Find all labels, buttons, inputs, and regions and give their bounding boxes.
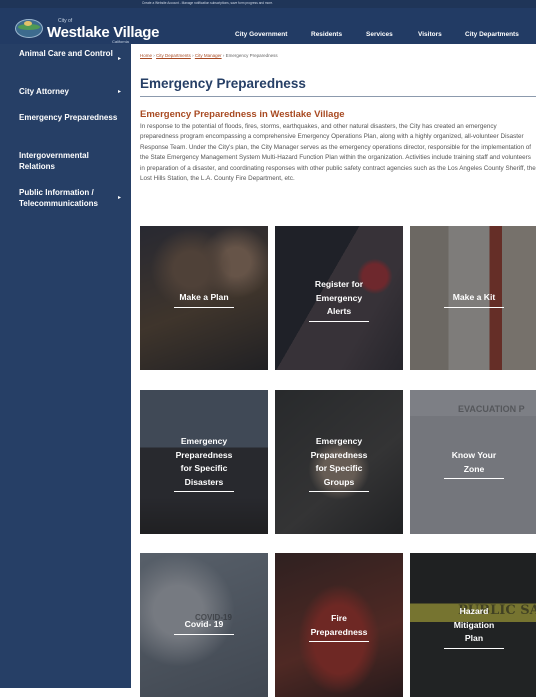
tile-label-line[interactable]: Disasters: [140, 476, 268, 490]
tile-label-line[interactable]: Alerts: [275, 305, 403, 319]
sidebar-item-intergovernmental[interactable]: Intergovernmental Relations: [19, 150, 119, 172]
tile-underline: [174, 633, 234, 635]
nav-visitors[interactable]: Visitors: [418, 31, 442, 38]
tile-evacuation-map[interactable]: EVACUATION PKnow YourZone: [410, 390, 536, 534]
sidebar: Animal Care and Control ▸ City Attorney …: [0, 44, 131, 688]
breadcrumb: Home › City Departments › City Manager ›…: [140, 53, 278, 58]
breadcrumb-home[interactable]: Home: [140, 53, 152, 58]
tile-label-line[interactable]: Zone: [410, 463, 536, 477]
tile-underline: [174, 306, 234, 308]
account-notice[interactable]: Create a Website Account - Manage notifi…: [142, 1, 273, 5]
sidebar-item-city-attorney[interactable]: City Attorney: [19, 86, 119, 97]
chevron-right-icon[interactable]: ▸: [118, 194, 121, 201]
breadcrumb-city-departments[interactable]: City Departments: [156, 53, 191, 58]
tile-label-line[interactable]: Plan: [410, 632, 536, 646]
tile-label-line[interactable]: Preparedness: [275, 449, 403, 463]
tile-label-line[interactable]: Emergency: [275, 435, 403, 449]
tile-family-planning[interactable]: Make a Plan: [140, 226, 268, 370]
tile-underline: [174, 491, 234, 492]
nav-residents[interactable]: Residents: [311, 31, 342, 38]
tile-underline: [444, 306, 504, 308]
title-divider: [140, 96, 536, 97]
nav-city-departments[interactable]: City Departments: [465, 31, 519, 38]
logo-city-name[interactable]: Westlake Village: [47, 24, 160, 41]
tile-label-line[interactable]: Emergency: [140, 435, 268, 449]
breadcrumb-city-manager[interactable]: City Manager: [195, 53, 222, 58]
tile-label-line[interactable]: Fire: [275, 612, 403, 626]
city-seal-icon[interactable]: [15, 19, 43, 38]
tile-label-line[interactable]: for Specific: [140, 462, 268, 476]
tile-underline: [309, 641, 369, 642]
tile-emergency-kit[interactable]: Make a Kit: [410, 226, 536, 370]
nav-city-government[interactable]: City Government: [235, 31, 287, 38]
tile-label-line[interactable]: Covid- 19: [140, 618, 268, 632]
tile-label-line[interactable]: Mitigation: [410, 619, 536, 633]
tile-label-line[interactable]: for Specific: [275, 462, 403, 476]
tile-label-line[interactable]: Preparedness: [275, 626, 403, 640]
breadcrumb-current: Emergency Preparedness: [225, 53, 278, 58]
tile-label-line[interactable]: Make a Kit: [410, 291, 536, 305]
sidebar-item-emergency-preparedness[interactable]: Emergency Preparedness: [19, 112, 119, 123]
tile-underline: [309, 320, 369, 322]
breadcrumb-separator: ›: [153, 53, 155, 58]
tile-helping-hands[interactable]: Emergency Preparedness for Specific Groups: [275, 390, 403, 534]
tile-underline: [444, 478, 504, 479]
tile-label-line[interactable]: Register for: [275, 278, 403, 292]
tile-burned-house[interactable]: Emergency Preparedness for Specific Disaste…: [140, 390, 268, 534]
breadcrumb-separator: ›: [222, 53, 225, 58]
tile-label-line[interactable]: Emergency: [275, 292, 403, 306]
tile-label-line[interactable]: Hazard: [410, 605, 536, 619]
tile-covid-test[interactable]: COVID-19Covid- 19: [140, 553, 268, 697]
breadcrumb-separator: ›: [192, 53, 194, 58]
tile-label-line[interactable]: Groups: [275, 476, 403, 490]
sidebar-item-animal-care[interactable]: Animal Care and Control: [19, 48, 119, 59]
tile-fire-extinguisher[interactable]: Fire Preparedness: [275, 553, 403, 697]
chevron-right-icon[interactable]: ▸: [118, 88, 121, 95]
utility-bar: Create a Website Account - Manage notifi…: [0, 0, 536, 8]
tile-underline: [309, 491, 369, 492]
tile-phone-alert[interactable]: Register for Emergency Alerts: [275, 226, 403, 370]
tile-underline: [444, 647, 504, 649]
page-title: Emergency Preparedness: [140, 76, 306, 91]
section-heading: Emergency Preparedness in Westlake Villa…: [140, 109, 345, 120]
tile-label-line[interactable]: Preparedness: [140, 449, 268, 463]
tile-label-line[interactable]: Make a Plan: [140, 291, 268, 305]
tile-label-line[interactable]: Know Your: [410, 449, 536, 463]
site-header: City of Westlake Village California City…: [0, 8, 536, 44]
intro-paragraph: In response to the potential of floods, …: [140, 123, 536, 183]
chevron-right-icon[interactable]: ▸: [118, 55, 121, 62]
nav-services[interactable]: Services: [366, 31, 393, 38]
tile-public-safety-vest[interactable]: PUBLIC SAHazardMitigationPlan: [410, 553, 536, 697]
sidebar-item-public-information[interactable]: Public Information / Telecommunications: [19, 187, 119, 209]
